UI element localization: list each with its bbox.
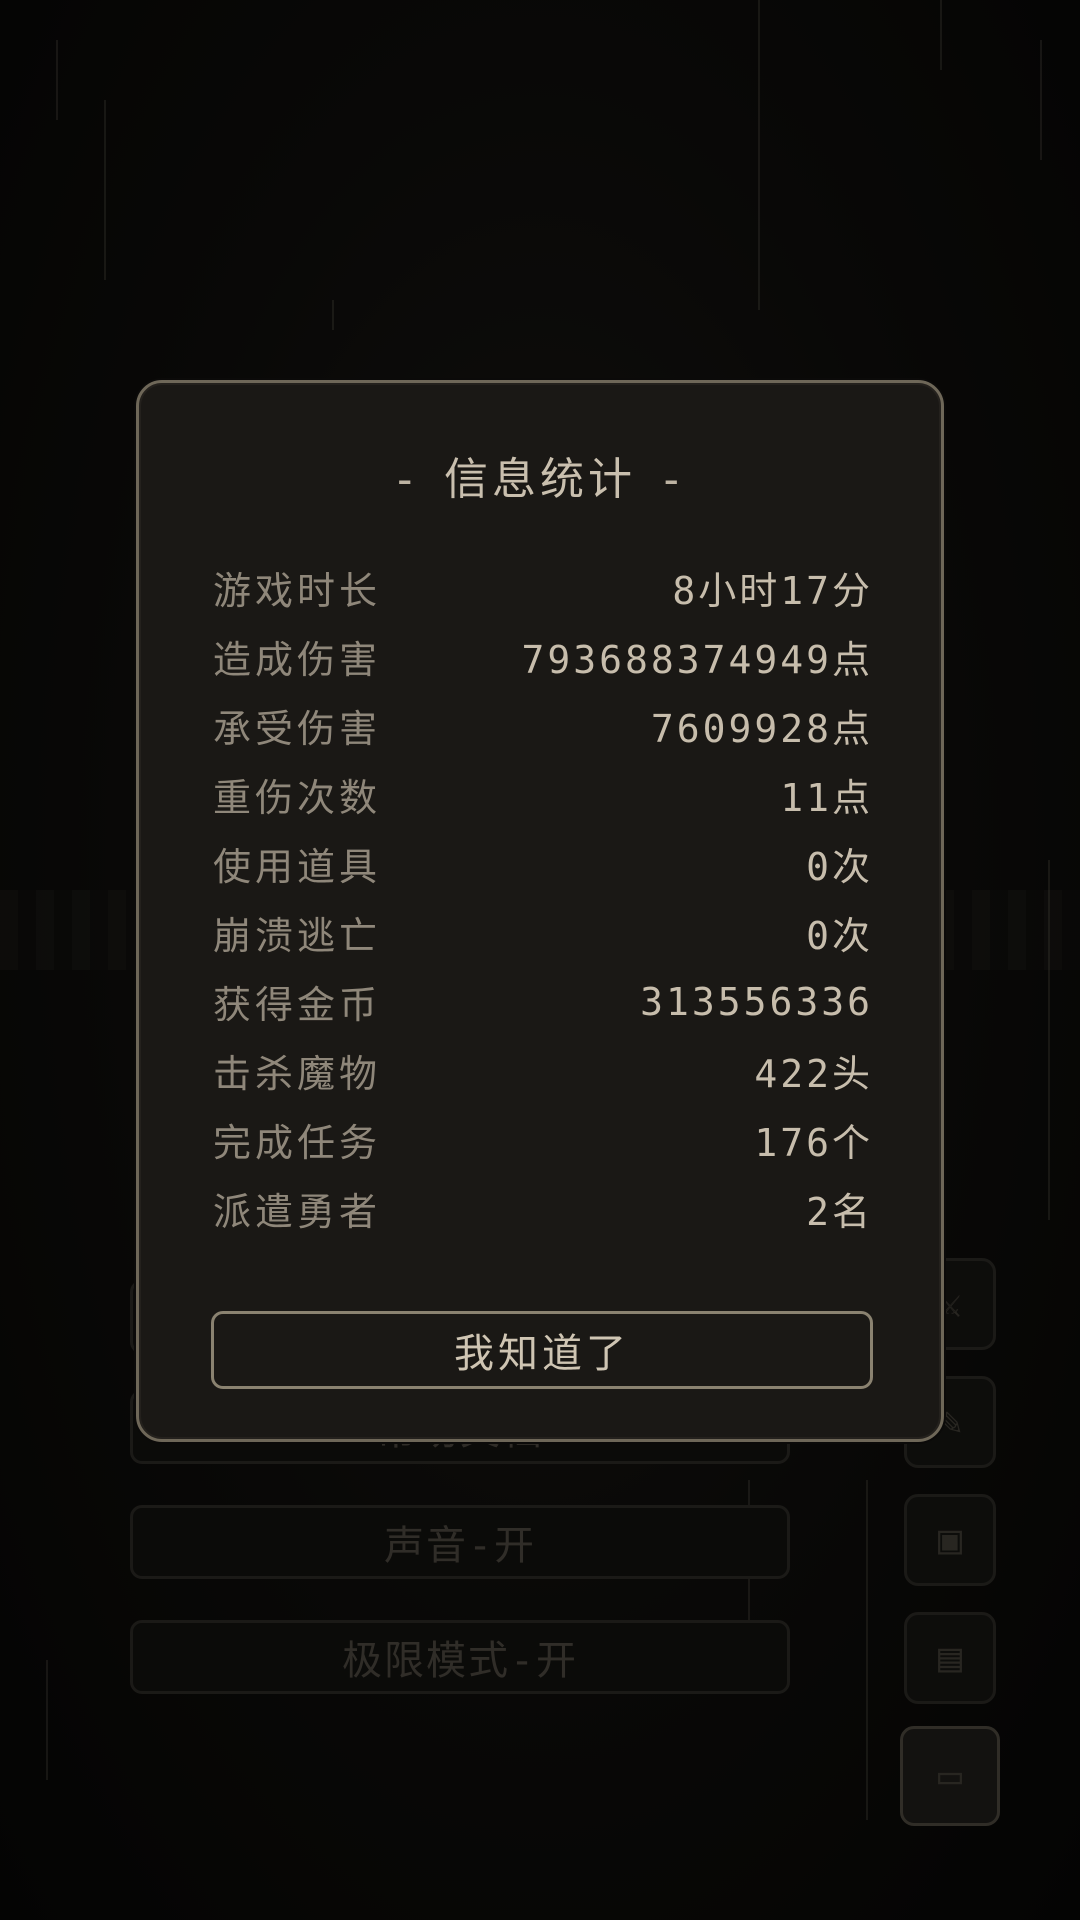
stat-label: 获得金币 bbox=[213, 983, 382, 1027]
stat-label: 派遣勇者 bbox=[213, 1190, 382, 1234]
stat-value: 7609928点 bbox=[650, 707, 873, 751]
stat-row-play-time: 游戏时长 8小时17分 bbox=[213, 553, 873, 622]
stat-row-heroes-dispatched: 派遣勇者 2名 bbox=[213, 1174, 873, 1243]
stat-label: 承受伤害 bbox=[213, 707, 382, 751]
stats-dialog: - 信息统计 - 游戏时长 8小时17分 造成伤害 793688374949点 承受… bbox=[136, 380, 944, 1442]
stat-row-items-used: 使用道具 0次 bbox=[213, 829, 873, 898]
title-dash-left: - bbox=[391, 454, 422, 505]
dialog-title-text: 信息统计 bbox=[444, 454, 636, 505]
stat-row-collapse-escape: 崩溃逃亡 0次 bbox=[213, 898, 873, 967]
stat-label: 造成伤害 bbox=[213, 638, 382, 682]
stat-value: 793688374949点 bbox=[521, 638, 873, 682]
stat-label: 游戏时长 bbox=[213, 569, 382, 613]
stat-row-serious-injuries: 重伤次数 11点 bbox=[213, 760, 873, 829]
stat-row-damage-dealt: 造成伤害 793688374949点 bbox=[213, 622, 873, 691]
stat-value: 11点 bbox=[780, 776, 873, 820]
stat-value: 8小时17分 bbox=[672, 569, 873, 613]
stat-value: 0次 bbox=[806, 914, 873, 958]
stat-label: 重伤次数 bbox=[213, 776, 382, 820]
stat-label: 崩溃逃亡 bbox=[213, 914, 382, 958]
stat-label: 使用道具 bbox=[213, 845, 382, 889]
stats-list: 游戏时长 8小时17分 造成伤害 793688374949点 承受伤害 7609… bbox=[213, 553, 873, 1243]
stat-value: 0次 bbox=[806, 845, 873, 889]
stat-value: 313556336 bbox=[640, 979, 873, 1024]
stat-value: 176个 bbox=[754, 1121, 873, 1165]
stat-row-damage-taken: 承受伤害 7609928点 bbox=[213, 691, 873, 760]
got-it-button[interactable]: 我知道了 bbox=[211, 1311, 873, 1389]
title-dash-right: - bbox=[658, 454, 689, 505]
dialog-title: - 信息统计 - bbox=[139, 443, 941, 507]
stat-label: 完成任务 bbox=[213, 1121, 382, 1165]
stat-value: 422头 bbox=[754, 1052, 873, 1096]
stat-row-gold-earned: 获得金币 313556336 bbox=[213, 967, 873, 1036]
stat-row-quests-completed: 完成任务 176个 bbox=[213, 1105, 873, 1174]
stat-row-monsters-killed: 击杀魔物 422头 bbox=[213, 1036, 873, 1105]
stat-value: 2名 bbox=[806, 1190, 873, 1234]
stat-label: 击杀魔物 bbox=[213, 1052, 382, 1096]
